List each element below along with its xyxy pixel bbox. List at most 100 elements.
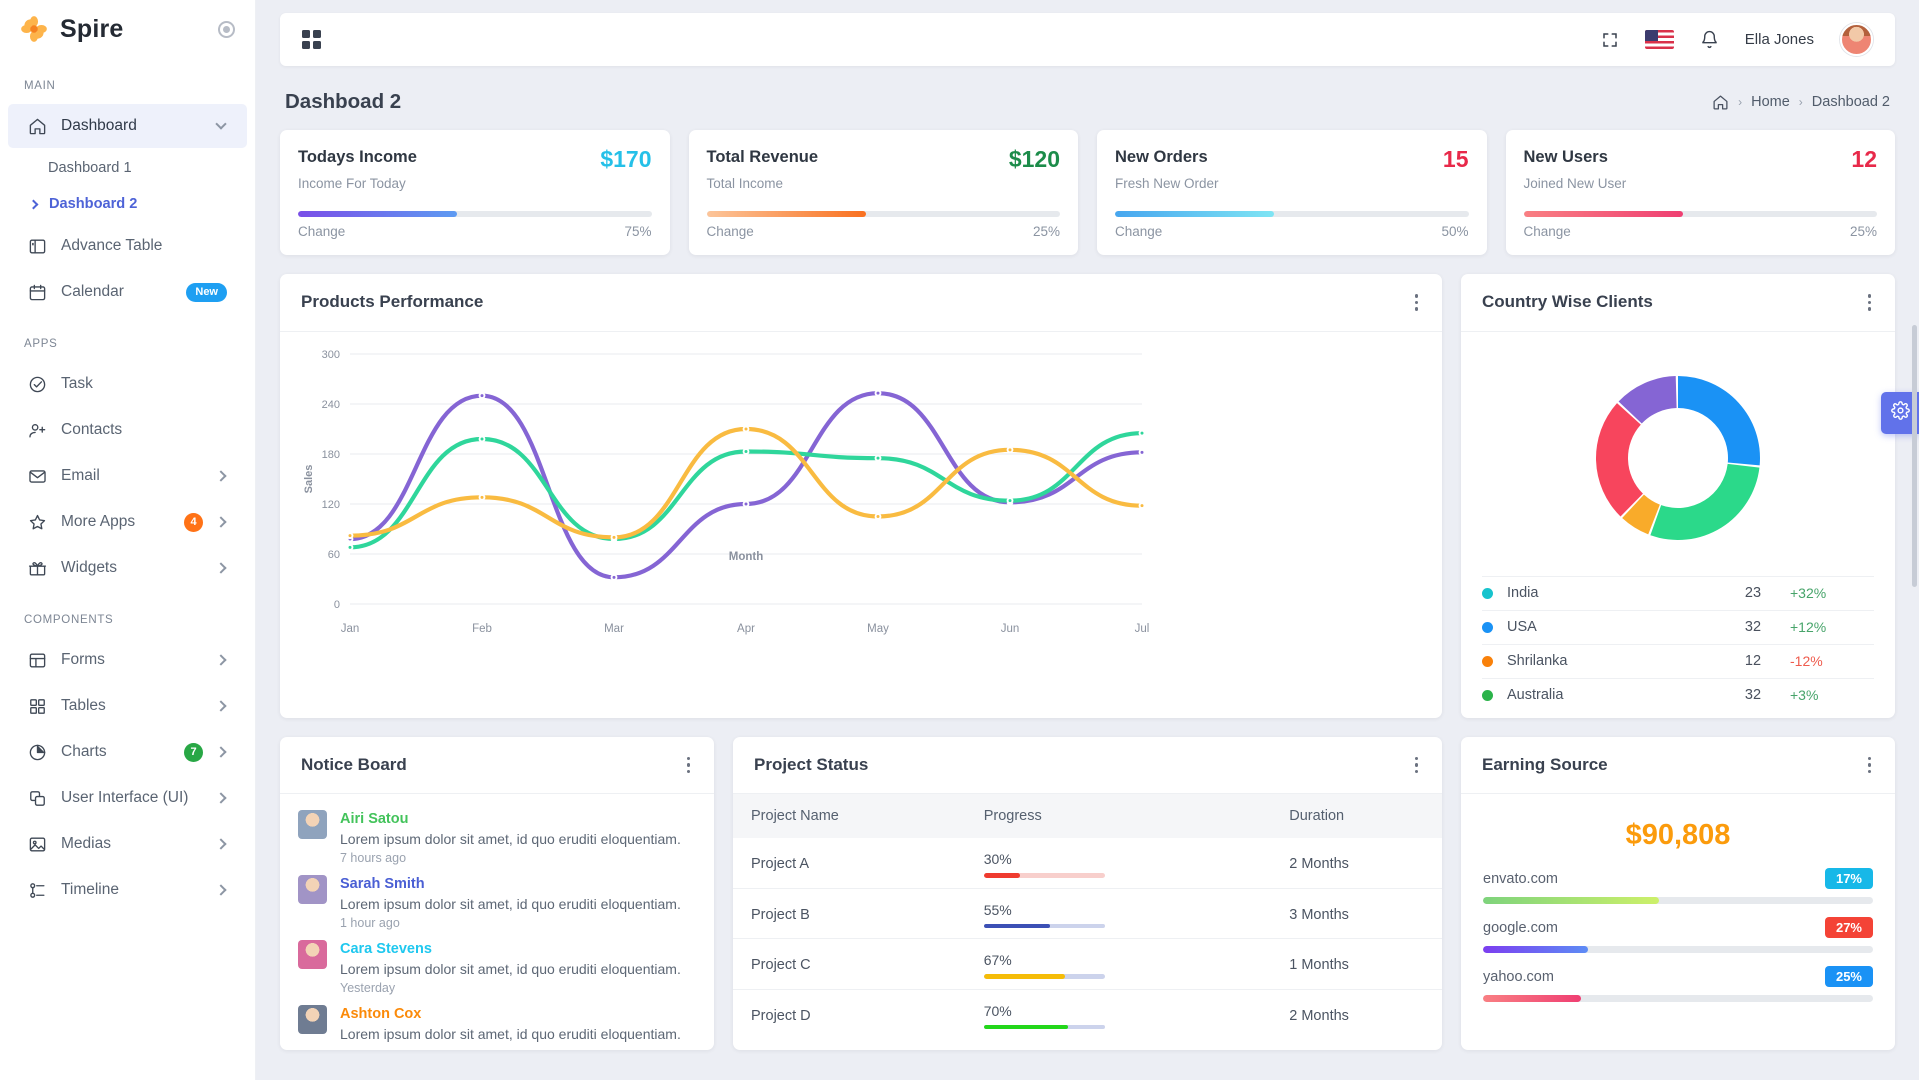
circle-toggle-icon[interactable] <box>218 20 235 38</box>
avatar[interactable] <box>1840 23 1873 56</box>
stat-progress-track <box>706 211 1060 217</box>
stat-change-label: Change <box>1523 224 1571 239</box>
notice-author[interactable]: Sarah Smith <box>340 875 696 893</box>
sidebar-item-label: Widgets <box>61 559 117 576</box>
app-root: Spire MAIN Dashboard Dashboard 1 Dashboard … <box>0 0 1919 1080</box>
stat-progress-track <box>1115 211 1469 217</box>
project-progress-track <box>983 873 1105 878</box>
chevron-right-icon <box>215 562 227 574</box>
bottom-row: Notice Board Airi Satou Lorem ipsum dolor… <box>280 736 1895 1050</box>
more-vertical-icon[interactable] <box>1412 754 1422 777</box>
stat-top: Todays Income $170 <box>298 146 652 172</box>
stat-card: Total Revenue $120 Total Income Change 25% <box>688 130 1078 255</box>
color-dot <box>1482 587 1493 599</box>
svg-text:300: 300 <box>322 349 340 361</box>
sidebar-item-calendar[interactable]: Calendar New <box>8 270 247 314</box>
usa-flag-icon[interactable] <box>1644 30 1674 49</box>
country-count: 23 <box>1744 585 1762 601</box>
home-icon[interactable] <box>1712 94 1729 111</box>
image-icon <box>28 835 47 854</box>
sidebar-item-task[interactable]: Task <box>8 362 247 406</box>
country-table: India 23 +32% USA 32 +12% Shrilanka 12 -12% Austr… <box>1461 575 1895 718</box>
sidebar-item-email[interactable]: Email <box>8 454 247 498</box>
project-duration: 2 Months <box>1271 988 1442 1039</box>
avatar <box>298 810 327 839</box>
grid-menu-icon[interactable] <box>302 30 321 49</box>
sidebar-item-label: Tables <box>61 697 106 714</box>
breadcrumb-home[interactable]: Home <box>1751 94 1790 110</box>
notice-text: Lorem ipsum dolor sit amet, id quo erudi… <box>340 896 681 912</box>
sidebar-subitem-dashboard-1[interactable]: Dashboard 1 <box>8 150 247 186</box>
sidebar-item-label: Contacts <box>61 421 123 438</box>
sidebar-item-label: Medias <box>61 835 111 852</box>
stat-value: $170 <box>600 146 652 172</box>
sidebar-item-charts[interactable]: Charts 7 <box>8 730 247 774</box>
stat-title: Todays Income <box>298 148 417 166</box>
chevron-right-icon <box>215 884 227 896</box>
earning-body: $90,808 envato.com 17% google.com 27% yahoo.… <box>1461 794 1895 1025</box>
svg-text:Sales: Sales <box>303 464 315 493</box>
sidebar-item-more-apps[interactable]: More Apps 4 <box>8 500 247 544</box>
sidebar-item-widgets[interactable]: Widgets <box>8 546 247 590</box>
fullscreen-icon[interactable] <box>1601 31 1619 49</box>
notice-author[interactable]: Cara Stevens <box>340 940 696 958</box>
breadcrumb: › Home › Dashboad 2 <box>1712 94 1890 111</box>
earning-row-top: yahoo.com 25% <box>1483 966 1873 987</box>
stat-card: New Users 12 Joined New User Change 25% <box>1505 130 1895 255</box>
sidebar-item-label: Timeline <box>61 881 119 898</box>
table-column-header: Progress <box>965 794 1272 838</box>
notice-time: 7 hours ago <box>340 851 407 865</box>
user-name[interactable]: Ella Jones <box>1745 31 1814 48</box>
project-progress-pct: 67% <box>983 952 1012 968</box>
notification-bell-icon[interactable] <box>1700 30 1719 49</box>
project-progress-track <box>983 974 1105 979</box>
stat-progress-fill <box>1115 211 1275 217</box>
more-vertical-icon[interactable] <box>1865 754 1875 777</box>
notice-author[interactable]: Ashton Cox <box>340 1005 696 1023</box>
stat-value: $120 <box>1008 146 1060 172</box>
sidebar-section-components: COMPONENTS <box>24 614 114 626</box>
sidebar-item-user-interface-ui[interactable]: User Interface (UI) <box>8 776 247 820</box>
country-wise-clients-header: Country Wise Clients <box>1461 274 1895 332</box>
country-name: India <box>1507 585 1539 601</box>
svg-text:0: 0 <box>334 599 340 611</box>
sidebar-item-contacts[interactable]: Contacts <box>8 408 247 452</box>
notice-author[interactable]: Airi Satou <box>340 810 696 828</box>
sidebar-item-medias[interactable]: Medias <box>8 822 247 866</box>
notice-text: Lorem ipsum dolor sit amet, id quo erudi… <box>340 961 681 977</box>
avatar <box>298 1005 327 1034</box>
earning-site: envato.com <box>1483 870 1558 887</box>
stat-subtitle: Joined New User <box>1523 176 1627 191</box>
sidebar-item-label: Advance Table <box>61 237 163 254</box>
more-vertical-icon[interactable] <box>684 754 694 777</box>
more-vertical-icon[interactable] <box>1412 291 1422 314</box>
svg-text:60: 60 <box>328 549 340 561</box>
tables-grid-icon <box>28 697 47 716</box>
email-icon <box>28 467 47 486</box>
color-dot <box>1482 655 1493 667</box>
contacts-icon <box>28 421 47 440</box>
earning-fill <box>1483 946 1589 953</box>
sidebar-subitem-label: Dashboard 2 <box>49 196 138 212</box>
sidebar-item-tables[interactable]: Tables <box>8 684 247 728</box>
project-progress-pct: 70% <box>983 1002 1012 1019</box>
stat-title: New Users <box>1523 148 1608 166</box>
sidebar-item-advance-table[interactable]: Advance Table <box>8 224 247 268</box>
project-status-card: Project Status Project Name Progress Durat… <box>733 736 1442 1050</box>
sidebar-item-dashboard[interactable]: Dashboard <box>8 104 247 148</box>
sidebar-subitem-dashboard-2[interactable]: Dashboard 2 <box>8 186 247 222</box>
sidebar-item-label: Dashboard <box>61 117 137 134</box>
earning-row: envato.com 17% <box>1483 868 1873 904</box>
sidebar-section-apps: APPS <box>24 338 58 350</box>
sidebar-item-forms[interactable]: Forms <box>8 638 247 682</box>
country-row: Australia 32 +3% <box>1482 677 1874 712</box>
stat-card: Todays Income $170 Income For Today Change 7… <box>280 130 670 255</box>
svg-text:Jun: Jun <box>1001 623 1020 635</box>
project-name: Project C <box>733 938 966 989</box>
notice-list: Airi Satou Lorem ipsum dolor sit amet, id… <box>280 794 714 1050</box>
more-vertical-icon[interactable] <box>1865 291 1875 314</box>
earning-track <box>1483 946 1873 953</box>
country-row: Shrilanka 12 -12% <box>1482 643 1874 678</box>
sidebar-item-timeline[interactable]: Timeline <box>8 868 247 912</box>
page-scrollbar[interactable] <box>1912 325 1917 587</box>
